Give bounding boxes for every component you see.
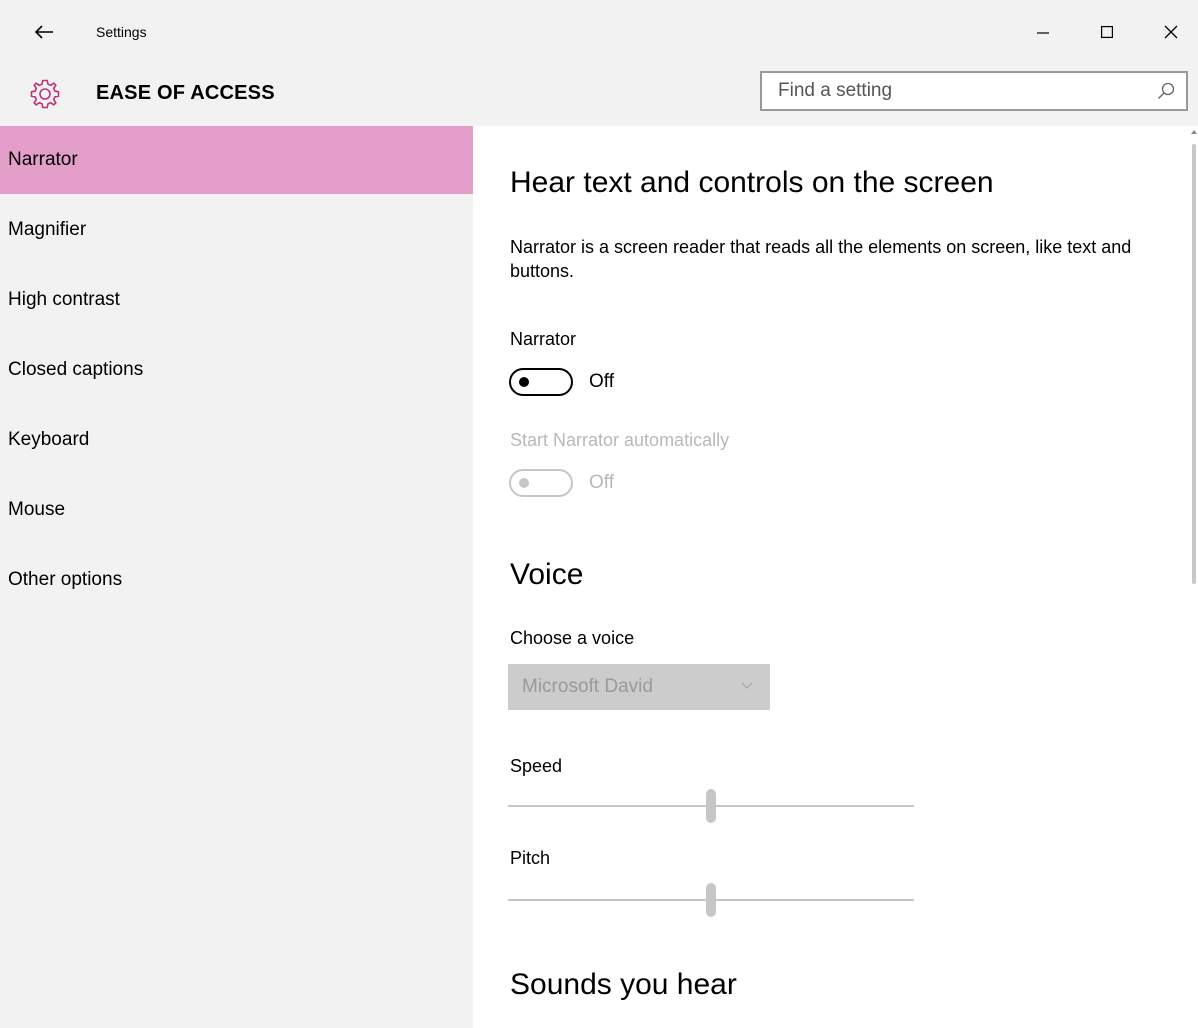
slider-thumb[interactable] [706,883,716,917]
voice-dropdown-value: Microsoft David [522,676,653,697]
sidebar-item-keyboard[interactable]: Keyboard [0,406,473,474]
sidebar-item-high-contrast[interactable]: High contrast [0,266,473,334]
toggle-knob [519,478,529,488]
scrollbar-thumb[interactable] [1192,144,1196,584]
close-icon [1164,25,1178,39]
sidebar-item-magnifier[interactable]: Magnifier [0,196,473,264]
narrator-description: Narrator is a screen reader that reads a… [510,237,1132,281]
app-title: Settings [96,24,147,40]
narrator-toggle[interactable] [509,368,573,396]
auto-start-label: Start Narrator automatically [510,430,730,450]
close-button[interactable] [1148,16,1194,48]
pitch-label: Pitch [510,848,551,868]
title-bar: Settings [0,0,1198,64]
auto-start-toggle-state: Off [589,472,614,493]
sidebar-item-label: Keyboard [8,429,90,450]
speed-label: Speed [510,756,563,776]
page-heading: Hear text and controls on the screen [510,166,994,199]
search-input[interactable] [762,73,1142,109]
voice-heading: Voice [510,558,584,591]
narrator-toggle-state: Off [589,371,614,392]
chevron-down-icon [741,682,753,689]
sidebar-item-other-options[interactable]: Other options [0,546,473,614]
slider-thumb[interactable] [706,789,716,823]
sidebar-item-label: Closed captions [8,359,144,380]
maximize-button[interactable] [1084,16,1130,48]
sidebar-item-label: Mouse [8,499,66,520]
pitch-slider[interactable] [508,880,914,920]
content-pane: Hear text and controls on the screen Nar… [473,126,1198,1028]
sidebar-item-label: Other options [8,569,123,590]
speed-slider[interactable] [508,786,914,826]
sidebar-item-narrator[interactable]: Narrator [0,126,473,194]
back-button[interactable] [26,16,62,48]
sidebar-item-mouse[interactable]: Mouse [0,476,473,544]
content-scrollbar[interactable] [1188,126,1198,1028]
voice-dropdown[interactable]: Microsoft David [508,664,770,710]
back-arrow-icon [34,25,53,39]
sidebar-item-closed-captions[interactable]: Closed captions [0,336,473,404]
choose-voice-label: Choose a voice [510,628,635,648]
scroll-up-arrow-icon[interactable] [1191,130,1197,134]
maximize-icon [1101,26,1113,38]
search-icon[interactable] [1156,81,1176,101]
settings-header: EASE OF ACCESS [0,64,1198,126]
search-box[interactable] [760,71,1188,111]
toggle-knob [519,377,529,387]
auto-start-toggle[interactable] [509,469,573,497]
sidebar: Narrator Magnifier High contrast Closed … [0,126,473,1028]
sidebar-item-label: Narrator [8,149,78,170]
sidebar-item-label: Magnifier [8,219,87,240]
narrator-toggle-label: Narrator [510,329,577,349]
minimize-button[interactable] [1020,16,1066,48]
sounds-heading: Sounds you hear [510,968,737,1001]
minimize-icon [1037,32,1049,34]
gear-icon [28,77,62,111]
section-title: EASE OF ACCESS [96,82,275,104]
sidebar-item-label: High contrast [8,289,120,310]
